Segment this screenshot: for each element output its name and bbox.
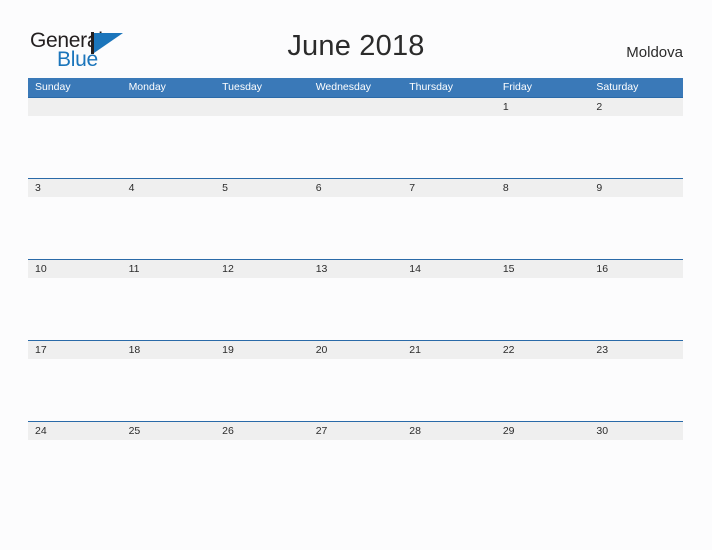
day-of-week-header-row: Sunday Monday Tuesday Wednesday Thursday… [28, 78, 683, 97]
day-header-monday: Monday [128, 81, 166, 93]
day-header-friday: Friday [502, 81, 532, 93]
date-cell[interactable]: 7 [402, 179, 496, 197]
date-cell[interactable]: 15 [496, 260, 590, 278]
date-cell[interactable]: 29 [496, 422, 590, 440]
date-cell[interactable]: 20 [309, 341, 403, 359]
calendar-grid: Sunday Monday Tuesday Wednesday Thursday… [28, 78, 683, 502]
date-cell[interactable]: 14 [402, 260, 496, 278]
date-cell[interactable]: 17 [28, 341, 122, 359]
day-header-saturday: Saturday [596, 81, 639, 93]
calendar-page: General Blue June 2018 Moldova Sunday Mo… [0, 0, 712, 550]
date-number-band: 1 2 [28, 98, 683, 116]
date-cell[interactable]: 10 [28, 260, 122, 278]
date-cell[interactable]: 3 [28, 179, 122, 197]
region-label: Moldova [626, 44, 683, 61]
day-header-sunday: Sunday [35, 81, 71, 93]
date-cell[interactable]: 21 [402, 341, 496, 359]
date-cell[interactable] [122, 98, 216, 116]
calendar-week-row: 24 25 26 27 28 29 30 [28, 421, 683, 502]
week-note-area[interactable] [28, 359, 683, 421]
date-cell[interactable]: 12 [215, 260, 309, 278]
page-title: June 2018 [287, 30, 425, 62]
date-cell[interactable] [28, 98, 122, 116]
date-cell[interactable]: 24 [28, 422, 122, 440]
calendar-week-row: 17 18 19 20 21 22 23 [28, 340, 683, 421]
day-header-tuesday: Tuesday [222, 81, 263, 93]
date-cell[interactable] [402, 98, 496, 116]
calendar-week-row: 1 2 [28, 97, 683, 178]
date-cell[interactable]: 28 [402, 422, 496, 440]
week-note-area[interactable] [28, 116, 683, 178]
day-header-wednesday: Wednesday [315, 81, 371, 93]
date-number-band: 17 18 19 20 21 22 23 [28, 341, 683, 359]
date-cell[interactable]: 11 [122, 260, 216, 278]
week-note-area[interactable] [28, 440, 683, 502]
date-cell[interactable]: 19 [215, 341, 309, 359]
date-cell[interactable] [215, 98, 309, 116]
date-cell[interactable]: 2 [589, 98, 683, 116]
date-number-band: 3 4 5 6 7 8 9 [28, 179, 683, 197]
date-cell[interactable]: 8 [496, 179, 590, 197]
date-cell[interactable]: 18 [122, 341, 216, 359]
date-cell[interactable]: 22 [496, 341, 590, 359]
date-cell[interactable]: 5 [215, 179, 309, 197]
day-header-thursday: Thursday [409, 81, 454, 93]
date-cell[interactable]: 25 [122, 422, 216, 440]
date-number-band: 10 11 12 13 14 15 16 [28, 260, 683, 278]
date-cell[interactable] [309, 98, 403, 116]
date-cell[interactable]: 4 [122, 179, 216, 197]
date-cell[interactable]: 16 [589, 260, 683, 278]
date-cell[interactable]: 13 [309, 260, 403, 278]
date-cell[interactable]: 23 [589, 341, 683, 359]
calendar-week-row: 3 4 5 6 7 8 9 [28, 178, 683, 259]
date-cell[interactable]: 6 [309, 179, 403, 197]
date-cell[interactable]: 9 [589, 179, 683, 197]
week-note-area[interactable] [28, 278, 683, 340]
date-number-band: 24 25 26 27 28 29 30 [28, 422, 683, 440]
week-note-area[interactable] [28, 197, 683, 259]
calendar-week-row: 10 11 12 13 14 15 16 [28, 259, 683, 340]
date-cell[interactable]: 27 [309, 422, 403, 440]
date-cell[interactable]: 26 [215, 422, 309, 440]
page-header: General Blue June 2018 Moldova [0, 0, 712, 78]
date-cell[interactable]: 1 [496, 98, 590, 116]
date-cell[interactable]: 30 [589, 422, 683, 440]
